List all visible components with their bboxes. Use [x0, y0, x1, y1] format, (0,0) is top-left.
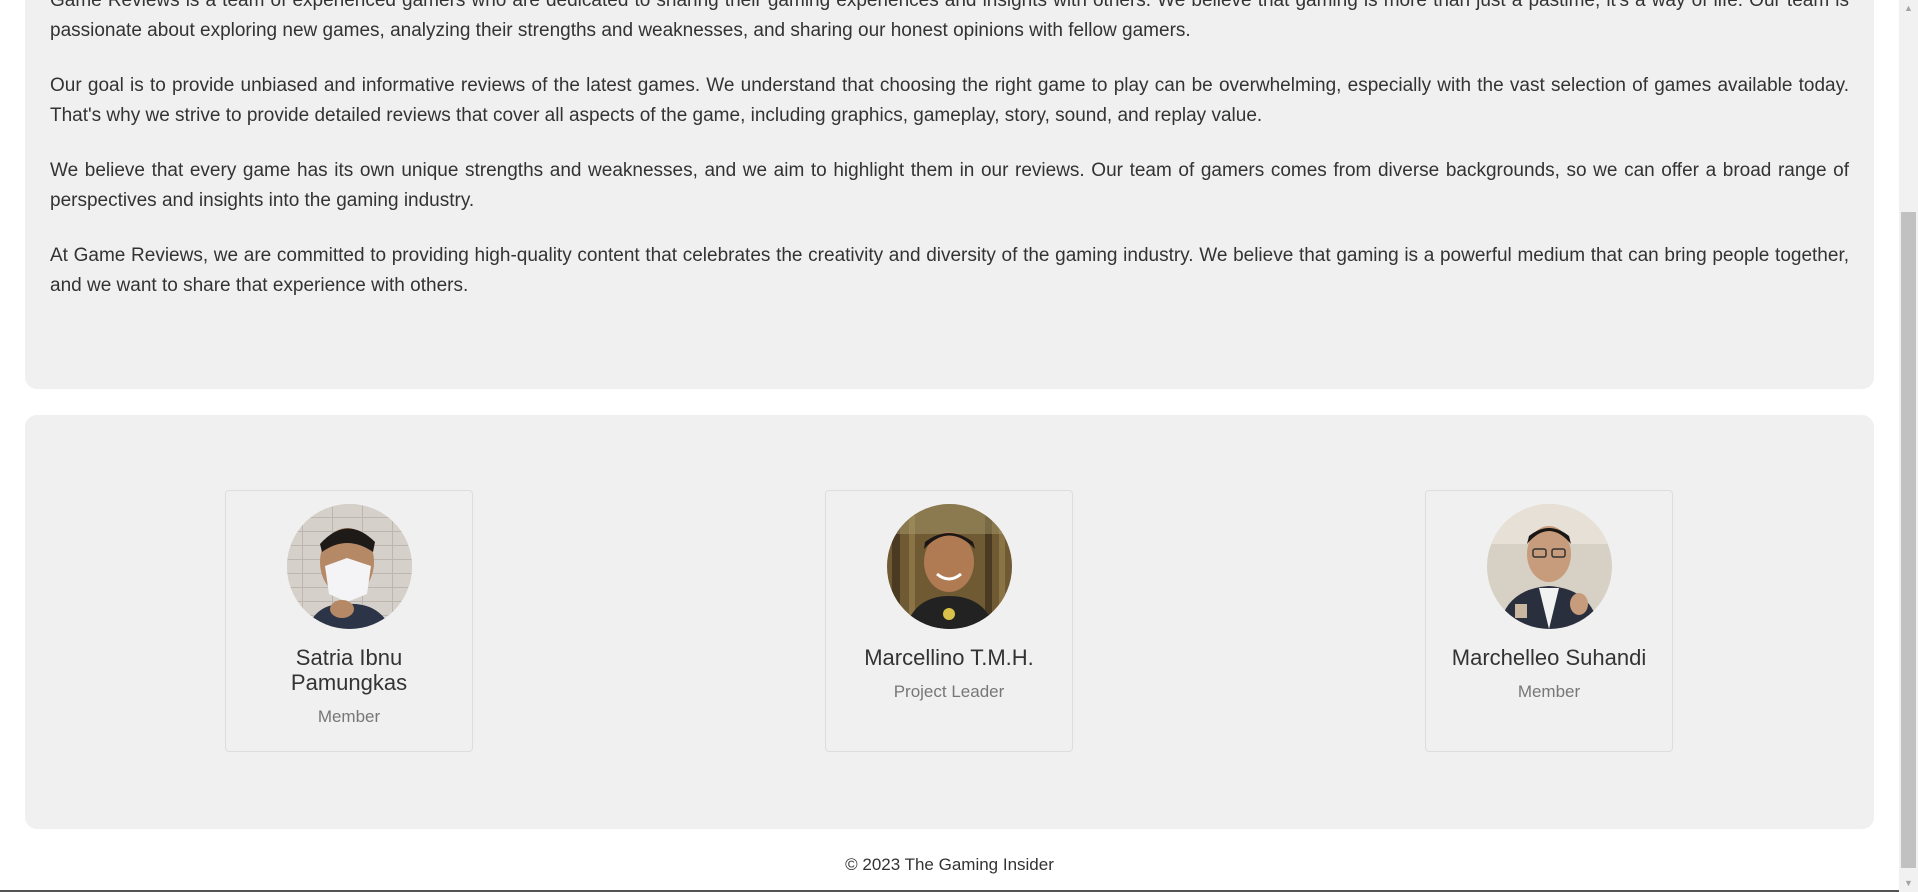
vertical-scrollbar[interactable]: ▲ ▼	[1899, 0, 1918, 892]
member-role: Member	[1517, 682, 1581, 701]
about-paragraph: Our goal is to provide unbiased and info…	[50, 75, 1849, 126]
member-name: Marchelleo Suhandi	[1451, 645, 1647, 670]
member-avatar	[286, 504, 412, 629]
about-paragraph: At Game Reviews, we are committed to pro…	[50, 245, 1849, 296]
person-photo-icon	[886, 504, 1012, 629]
team-section: Satria Ibnu Pamungkas Member Marcellino …	[25, 415, 1874, 829]
scroll-up-arrow-icon[interactable]: ▲	[1899, 0, 1918, 17]
member-avatar	[886, 504, 1012, 629]
scroll-down-arrow-icon[interactable]: ▼	[1899, 875, 1918, 892]
person-photo-icon	[286, 504, 412, 629]
scrollbar-thumb[interactable]	[1901, 212, 1916, 868]
about-paragraph: Game Reviews is a team of experienced ga…	[50, 0, 1849, 41]
person-photo-icon	[1486, 504, 1612, 629]
team-member-card: Marcellino T.M.H. Project Leader	[825, 490, 1073, 752]
member-role: Member	[317, 707, 381, 726]
member-role: Project Leader	[893, 682, 1005, 701]
member-name: Marcellino T.M.H.	[864, 645, 1034, 670]
page-viewport: Game Reviews is a team of experienced ga…	[0, 0, 1899, 892]
about-paragraph: We believe that every game has its own u…	[50, 160, 1849, 211]
team-member-card: Marchelleo Suhandi Member	[1425, 490, 1673, 752]
member-avatar	[1486, 504, 1612, 629]
team-member-card: Satria Ibnu Pamungkas Member	[225, 490, 473, 752]
about-section: Game Reviews is a team of experienced ga…	[25, 0, 1874, 389]
about-text: Game Reviews is a team of experienced ga…	[50, 0, 1849, 326]
footer-copyright: © 2023 The Gaming Insider	[845, 855, 1054, 874]
member-name: Satria Ibnu Pamungkas	[290, 645, 408, 695]
